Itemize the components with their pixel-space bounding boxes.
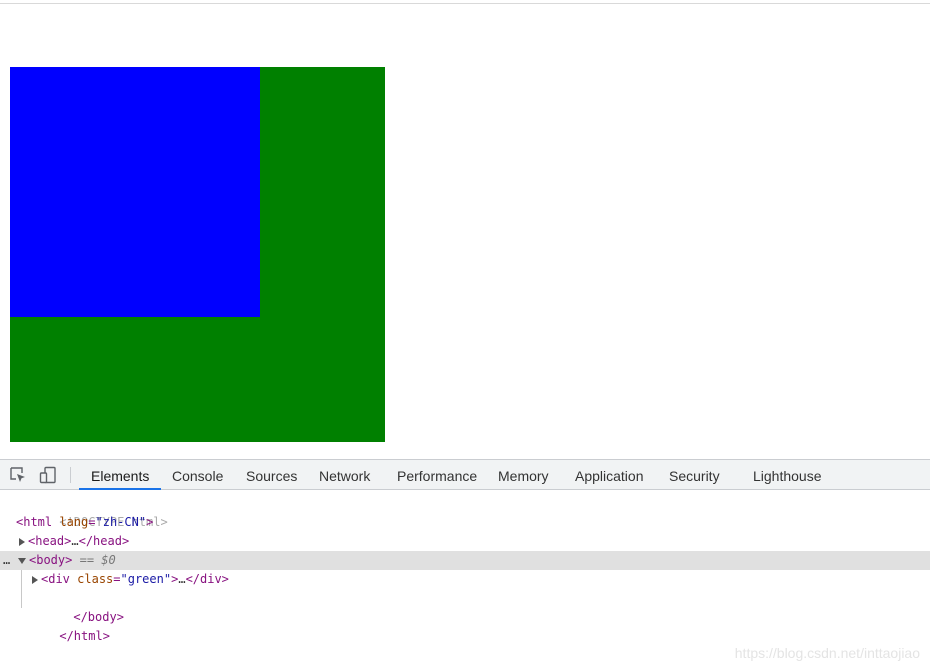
dom-body-line[interactable]: … <body> == $0 <box>0 551 930 570</box>
tab-performance[interactable]: Performance <box>397 460 477 489</box>
div-open-tag: <div <box>41 572 70 586</box>
dom-head-line[interactable]: <head>…</head> <box>0 532 930 551</box>
green-div <box>10 67 385 442</box>
html-close-tag: </html> <box>59 629 110 643</box>
div-attr-value: green <box>127 572 164 586</box>
html-open-tag: <html <box>16 515 53 529</box>
devtools-toolbar: Elements Console Sources Network Perform… <box>0 460 930 490</box>
div-attr-name: class <box>77 572 114 586</box>
indent-guide <box>21 570 22 608</box>
watermark: https://blog.csdn.net/inttaojiao <box>734 645 920 661</box>
tab-application[interactable]: Application <box>575 460 644 489</box>
dom-div-line[interactable]: <div class="green">…</div> <box>0 570 930 589</box>
dom-html-close-line[interactable]: </html> <box>0 608 930 643</box>
blue-div <box>10 67 260 317</box>
body-open-tag: <body> <box>29 553 73 567</box>
html-attr-value: zh-CN <box>102 515 139 529</box>
div-close-tag: </div> <box>185 572 229 586</box>
expand-triangle-icon[interactable] <box>19 537 25 546</box>
dom-html-line[interactable]: <html lang="zh-CN"> <box>0 513 930 532</box>
head-close-tag: </head> <box>78 534 130 548</box>
dom-body-close-line[interactable]: </body> <box>0 589 930 624</box>
devtools-panel: Elements Console Sources Network Perform… <box>0 459 930 669</box>
dom-tree: <!DOCTYPE html> <html lang="zh-CN"> <hea… <box>0 491 930 670</box>
tab-network[interactable]: Network <box>319 460 370 489</box>
html-attr-name: lang <box>59 515 89 529</box>
tab-security[interactable]: Security <box>669 460 720 489</box>
toolbar-separator <box>70 467 71 483</box>
tab-memory[interactable]: Memory <box>498 460 549 489</box>
collapse-triangle-icon[interactable] <box>18 557 26 564</box>
tab-sources[interactable]: Sources <box>246 460 297 489</box>
more-actions-icon[interactable]: … <box>3 551 10 570</box>
head-open-tag: <head> <box>28 534 72 548</box>
inspect-element-icon[interactable] <box>9 466 27 484</box>
tab-elements[interactable]: Elements <box>79 460 162 490</box>
tab-lighthouse[interactable]: Lighthouse <box>753 460 822 489</box>
device-toolbar-icon[interactable] <box>39 466 57 484</box>
selected-marker: == $0 <box>79 553 116 567</box>
head-ellipsis[interactable]: … <box>71 534 78 548</box>
page-viewport <box>0 4 930 459</box>
tab-console[interactable]: Console <box>172 460 223 489</box>
dom-doctype-line[interactable]: <!DOCTYPE html> <box>0 494 930 529</box>
expand-triangle-icon[interactable] <box>32 575 38 584</box>
div-ellipsis[interactable]: … <box>178 572 185 586</box>
